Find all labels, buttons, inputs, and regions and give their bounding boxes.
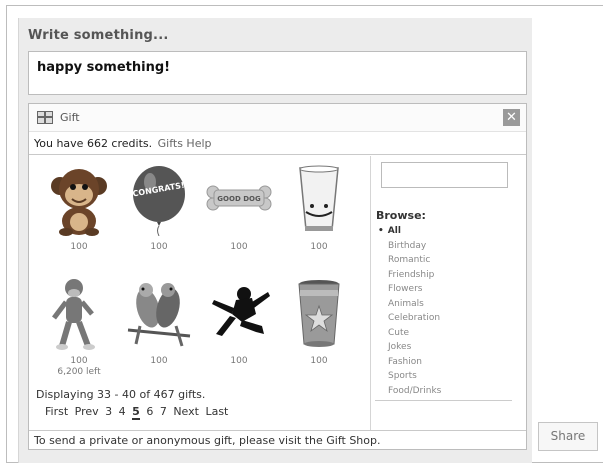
pager-page[interactable]: 3 — [105, 405, 112, 418]
svg-text:GOOD DOG: GOOD DOG — [217, 195, 261, 203]
gift-item-monkey[interactable]: 100 — [39, 164, 119, 274]
gift-price: 100 — [150, 242, 168, 252]
sock-monkey-icon — [52, 279, 95, 350]
browse-label: Browse: — [376, 209, 426, 222]
gift-price: 100 — [230, 242, 248, 252]
category-romantic[interactable]: Romantic — [378, 253, 441, 268]
sidebar-divider — [370, 156, 371, 430]
cup-icon — [298, 280, 340, 347]
gift-price: 100 — [150, 356, 168, 366]
gift-price: 100 — [230, 356, 248, 366]
category-celebration[interactable]: Celebration — [378, 311, 441, 326]
category-all[interactable]: All — [378, 224, 441, 239]
gift-stock: 6,200 left — [57, 367, 101, 377]
category-flowers[interactable]: Flowers — [378, 282, 441, 297]
gifts-help-link[interactable]: Gifts Help — [158, 137, 212, 150]
gift-item-sock-monkey[interactable]: 100 6,200 left — [39, 278, 119, 388]
gift-price: 100 — [70, 356, 88, 366]
glass-icon — [299, 165, 339, 231]
category-list: All Birthday Romantic Friendship Flowers… — [378, 224, 442, 399]
close-icon[interactable]: ✕ — [503, 109, 520, 126]
pager-prev[interactable]: Prev — [75, 405, 99, 418]
pager-page[interactable]: 6 — [146, 405, 153, 418]
pager-next[interactable]: Next — [173, 405, 199, 418]
gift-item-shot-glass[interactable]: 100 — [279, 164, 359, 274]
gift-price: 100 — [70, 242, 88, 252]
balloon-icon: CONGRATS! — [132, 166, 185, 236]
gift-title: Gift — [60, 111, 80, 124]
category-cute[interactable]: Cute — [378, 326, 441, 341]
write-label: Write something... — [28, 28, 169, 43]
sidebar-bottom-divider — [375, 400, 512, 401]
share-button[interactable]: Share — [538, 422, 598, 451]
gift-icon — [37, 111, 53, 124]
category-birthday[interactable]: Birthday — [378, 239, 441, 254]
credits-text: You have 662 credits. — [34, 137, 153, 150]
bone-icon: GOOD DOG — [206, 185, 272, 211]
gift-header: Gift ✕ — [29, 104, 526, 132]
display-count: Displaying 33 - 40 of 467 gifts. — [36, 388, 206, 401]
gift-item-lovebirds[interactable]: 100 — [119, 278, 199, 388]
lovebirds-icon — [127, 283, 191, 347]
pager-last[interactable]: Last — [205, 405, 228, 418]
category-animals[interactable]: Animals — [378, 297, 441, 312]
footer-note: To send a private or anonymous gift, ple… — [29, 430, 526, 449]
pager-page[interactable]: 4 — [119, 405, 126, 418]
gift-price: 100 — [310, 242, 328, 252]
pager-page-current[interactable]: 5 — [132, 405, 140, 420]
gift-price: 100 — [310, 356, 328, 366]
category-jokes[interactable]: Jokes — [378, 340, 441, 355]
gift-item-cup[interactable]: 100 — [279, 278, 359, 388]
gift-item-congrats-balloon[interactable]: CONGRATS! 100 — [119, 164, 199, 274]
pagination: First Prev 3 4 5 6 7 Next Last — [45, 405, 231, 420]
category-sports[interactable]: Sports — [378, 369, 441, 384]
category-fashion[interactable]: Fashion — [378, 355, 441, 370]
category-friendship[interactable]: Friendship — [378, 268, 441, 283]
pager-first[interactable]: First — [45, 405, 68, 418]
credits-row: You have 662 credits. Gifts Help — [29, 133, 526, 155]
pager-page[interactable]: 7 — [160, 405, 167, 418]
ninja-icon — [212, 287, 270, 336]
monkey-icon — [51, 169, 107, 236]
gift-panel: Gift ✕ You have 662 credits. Gifts Help … — [28, 103, 527, 450]
gift-item-ninja[interactable]: 100 — [199, 278, 279, 388]
gift-item-good-dog-bone[interactable]: GOOD DOG 100 — [199, 164, 279, 274]
category-food-drinks[interactable]: Food/Drinks — [378, 384, 441, 399]
message-input[interactable]: happy something! — [28, 51, 527, 95]
gift-search-input[interactable] — [381, 162, 508, 188]
